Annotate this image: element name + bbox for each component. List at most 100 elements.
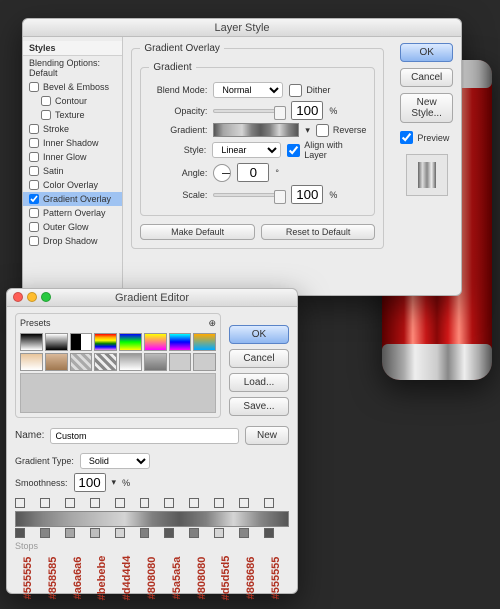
zoom-icon[interactable] xyxy=(41,292,51,302)
preset-item[interactable] xyxy=(144,333,167,351)
preset-item[interactable] xyxy=(119,333,142,351)
gradient-swatch[interactable] xyxy=(213,123,299,137)
preset-item[interactable] xyxy=(193,353,216,371)
smoothness-dropdown-icon[interactable]: ▾ xyxy=(112,477,117,488)
opacity-slider[interactable] xyxy=(213,109,285,113)
reverse-checkbox[interactable]: Reverse xyxy=(316,124,367,137)
gradient-dropdown-icon[interactable]: ▾ xyxy=(305,125,310,136)
style-item-inner-glow[interactable]: Inner Glow xyxy=(23,150,122,164)
presets-empty-area[interactable] xyxy=(20,373,216,413)
style-item-texture[interactable]: Texture xyxy=(23,108,122,122)
scale-slider[interactable] xyxy=(213,193,285,197)
gradient-editor-titlebar[interactable]: Gradient Editor xyxy=(7,289,297,307)
preset-item[interactable] xyxy=(45,333,68,351)
opacity-stop[interactable] xyxy=(65,498,75,508)
align-checkbox[interactable]: Align with Layer xyxy=(287,140,366,160)
angle-dial[interactable] xyxy=(213,164,231,182)
style-item-gradient-overlay[interactable]: Gradient Overlay xyxy=(23,192,122,206)
opacity-stop[interactable] xyxy=(140,498,150,508)
opacity-stop[interactable] xyxy=(264,498,274,508)
new-style-button[interactable]: New Style... xyxy=(400,93,453,123)
preview-checkbox[interactable]: Preview xyxy=(400,131,453,144)
style-item-checkbox[interactable] xyxy=(29,166,39,176)
preset-item[interactable] xyxy=(70,353,93,371)
style-item-stroke[interactable]: Stroke xyxy=(23,122,122,136)
presets-menu-icon[interactable]: ⊕ xyxy=(208,318,216,329)
cancel-button[interactable]: Cancel xyxy=(400,68,453,87)
preset-item[interactable] xyxy=(169,353,192,371)
reset-default-button[interactable]: Reset to Default xyxy=(261,224,376,240)
window-controls[interactable] xyxy=(13,292,51,302)
preset-item[interactable] xyxy=(144,353,167,371)
style-item-checkbox[interactable] xyxy=(41,96,51,106)
new-button[interactable]: New xyxy=(245,426,289,445)
style-item-checkbox[interactable] xyxy=(29,194,39,204)
style-item-drop-shadow[interactable]: Drop Shadow xyxy=(23,234,122,248)
load-button[interactable]: Load... xyxy=(229,373,289,392)
color-stop[interactable] xyxy=(90,528,100,538)
style-item-color-overlay[interactable]: Color Overlay xyxy=(23,178,122,192)
style-item-checkbox[interactable] xyxy=(29,138,39,148)
save-button[interactable]: Save... xyxy=(229,397,289,416)
style-select[interactable]: Linear xyxy=(212,142,281,158)
dither-checkbox[interactable]: Dither xyxy=(289,84,330,97)
blend-mode-select[interactable]: Normal xyxy=(213,82,283,98)
style-item-satin[interactable]: Satin xyxy=(23,164,122,178)
style-item-checkbox[interactable] xyxy=(29,180,39,190)
preset-item[interactable] xyxy=(20,333,43,351)
style-item-pattern-overlay[interactable]: Pattern Overlay xyxy=(23,206,122,220)
preset-item[interactable] xyxy=(45,353,68,371)
opacity-stop[interactable] xyxy=(90,498,100,508)
ok-button[interactable]: OK xyxy=(400,43,453,62)
angle-input[interactable] xyxy=(237,163,269,182)
name-input[interactable] xyxy=(50,428,239,444)
style-item-checkbox[interactable] xyxy=(29,152,39,162)
ok-button[interactable]: OK xyxy=(229,325,289,344)
gradient-bar[interactable] xyxy=(15,511,289,527)
preset-item[interactable] xyxy=(119,353,142,371)
opacity-stops-row[interactable] xyxy=(15,498,289,510)
smoothness-input[interactable] xyxy=(74,473,106,492)
style-item-inner-shadow[interactable]: Inner Shadow xyxy=(23,136,122,150)
opacity-stop[interactable] xyxy=(214,498,224,508)
style-item-checkbox[interactable] xyxy=(29,82,39,92)
color-stops-row[interactable] xyxy=(15,527,289,539)
preset-item[interactable] xyxy=(193,333,216,351)
color-stop[interactable] xyxy=(140,528,150,538)
preset-item[interactable] xyxy=(94,353,117,371)
color-stop[interactable] xyxy=(189,528,199,538)
preset-item[interactable] xyxy=(70,333,93,351)
color-stop[interactable] xyxy=(40,528,50,538)
opacity-stop[interactable] xyxy=(239,498,249,508)
color-stop[interactable] xyxy=(164,528,174,538)
blending-options-row[interactable]: Blending Options: Default xyxy=(23,56,122,80)
minimize-icon[interactable] xyxy=(27,292,37,302)
preset-item[interactable] xyxy=(169,333,192,351)
style-item-outer-glow[interactable]: Outer Glow xyxy=(23,220,122,234)
preset-item[interactable] xyxy=(20,353,43,371)
preset-item[interactable] xyxy=(94,333,117,351)
scale-input[interactable] xyxy=(291,185,323,204)
opacity-stop[interactable] xyxy=(164,498,174,508)
layer-style-titlebar[interactable]: Layer Style xyxy=(23,19,461,37)
color-stop[interactable] xyxy=(65,528,75,538)
style-item-checkbox[interactable] xyxy=(29,124,39,134)
type-select[interactable]: Solid xyxy=(80,453,150,469)
color-stop[interactable] xyxy=(214,528,224,538)
cancel-button[interactable]: Cancel xyxy=(229,349,289,368)
style-item-checkbox[interactable] xyxy=(29,208,39,218)
style-item-bevel-emboss[interactable]: Bevel & Emboss xyxy=(23,80,122,94)
color-stop[interactable] xyxy=(15,528,25,538)
opacity-stop[interactable] xyxy=(189,498,199,508)
opacity-stop[interactable] xyxy=(40,498,50,508)
style-item-checkbox[interactable] xyxy=(41,110,51,120)
style-item-checkbox[interactable] xyxy=(29,222,39,232)
make-default-button[interactable]: Make Default xyxy=(140,224,255,240)
style-item-checkbox[interactable] xyxy=(29,236,39,246)
color-stop[interactable] xyxy=(264,528,274,538)
opacity-stop[interactable] xyxy=(115,498,125,508)
close-icon[interactable] xyxy=(13,292,23,302)
opacity-input[interactable] xyxy=(291,101,323,120)
style-item-contour[interactable]: Contour xyxy=(23,94,122,108)
color-stop[interactable] xyxy=(239,528,249,538)
